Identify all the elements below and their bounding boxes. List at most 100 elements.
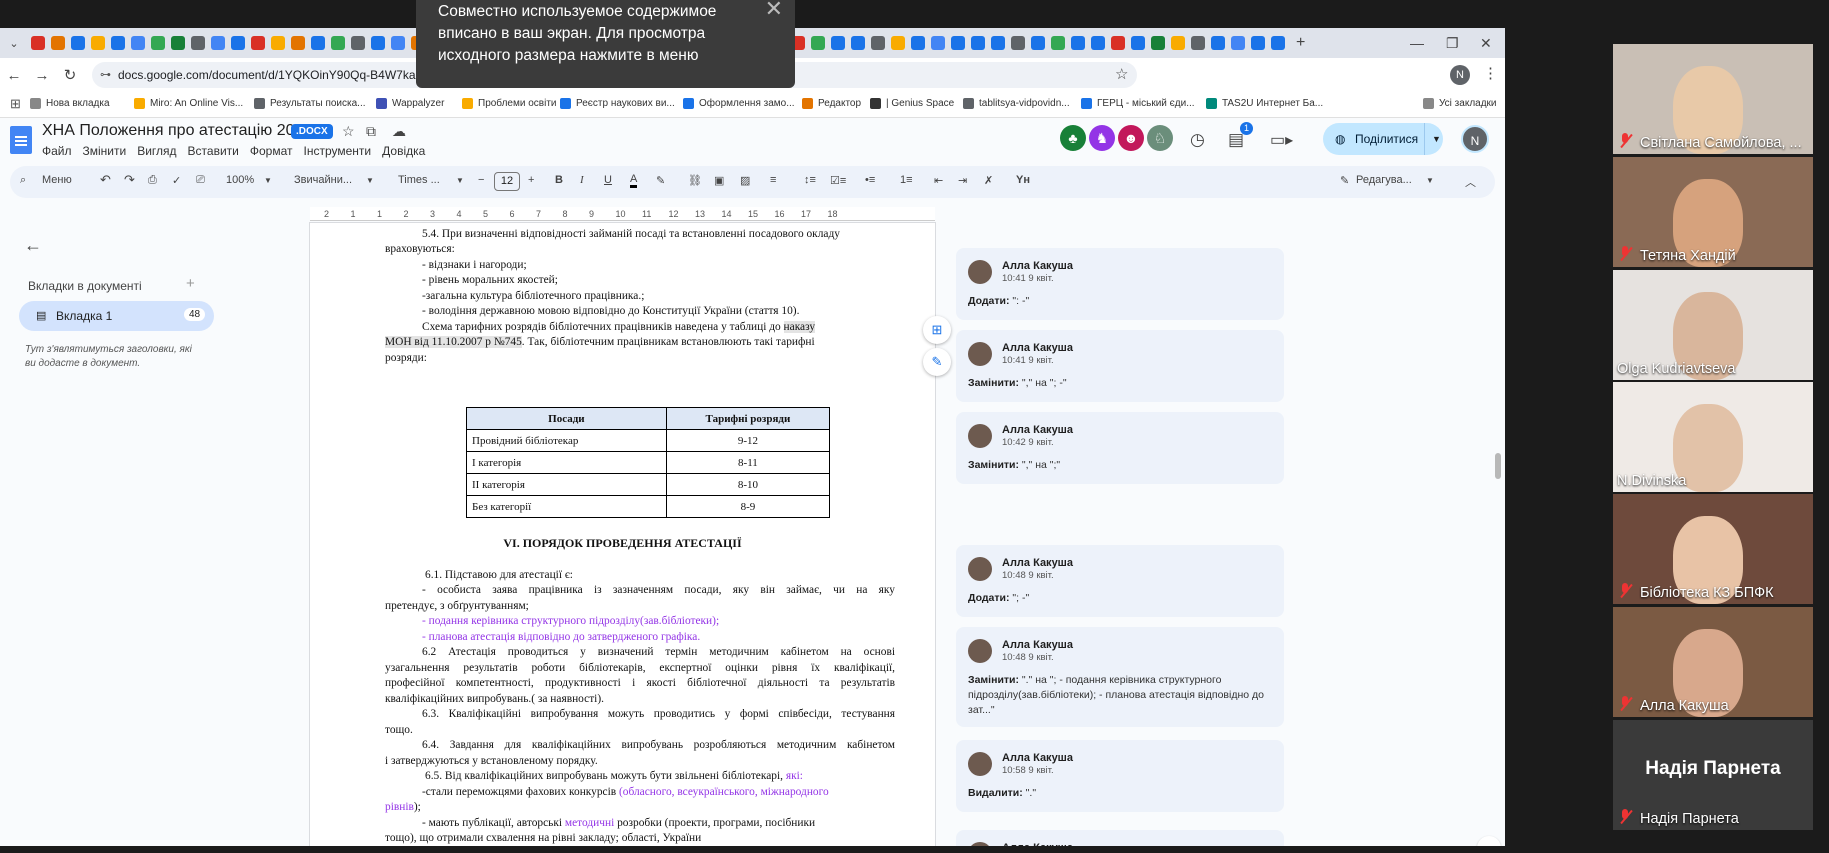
- browser-tab-icon[interactable]: [231, 36, 245, 50]
- move-folder-icon[interactable]: ⧉: [366, 123, 376, 140]
- star-icon[interactable]: ☆: [342, 123, 355, 140]
- tab-search-icon[interactable]: ⌄: [0, 37, 28, 50]
- browser-tab-icon[interactable]: [1211, 36, 1225, 50]
- menu-search-label[interactable]: Меню: [42, 174, 72, 186]
- google-docs-logo-icon[interactable]: [10, 126, 32, 154]
- apps-icon[interactable]: ⊞: [10, 96, 21, 112]
- participant-tile[interactable]: Надія Парнета Надія Парнета: [1613, 720, 1813, 830]
- browser-tab-icon[interactable]: [1031, 36, 1045, 50]
- close-window-button[interactable]: ✕: [1480, 35, 1492, 52]
- browser-tab-icon[interactable]: [891, 36, 905, 50]
- meet-icon[interactable]: ▭▸: [1270, 130, 1293, 150]
- profile-avatar[interactable]: N: [1450, 65, 1470, 85]
- collaborator-avatar[interactable]: ♣: [1060, 125, 1086, 151]
- browser-tab-icon[interactable]: [211, 36, 225, 50]
- collapse-toolbar-icon[interactable]: ︿: [1465, 174, 1476, 190]
- suggest-edit-icon[interactable]: ✎: [923, 348, 951, 376]
- menu-item[interactable]: Файл: [42, 144, 72, 158]
- browser-menu-icon[interactable]: ⋮: [1483, 64, 1498, 82]
- browser-tab-icon[interactable]: [971, 36, 985, 50]
- browser-tab-icon[interactable]: [131, 36, 145, 50]
- bookmark-item[interactable]: tablitsya-vidpovidn...: [963, 98, 1070, 109]
- browser-tab-icon[interactable]: [1271, 36, 1285, 50]
- search-menus-icon[interactable]: ⌕: [20, 174, 26, 187]
- line-spacing-icon[interactable]: ↕≡: [804, 174, 816, 186]
- close-icon[interactable]: ✕: [765, 0, 783, 20]
- link-icon[interactable]: ⛓: [688, 174, 702, 187]
- spellcheck-icon[interactable]: ✓: [172, 174, 181, 187]
- browser-tab-icon[interactable]: [1111, 36, 1125, 50]
- browser-tab-icon[interactable]: [811, 36, 825, 50]
- scrollbar-thumb[interactable]: [1495, 453, 1501, 479]
- comment-card[interactable]: Алла Какуша 10:41 9 квіт. Додати: ": -": [956, 248, 1284, 320]
- comment-card[interactable]: Алла Какуша: [956, 830, 1284, 846]
- browser-tab-icon[interactable]: [1091, 36, 1105, 50]
- participant-tile[interactable]: Бібліотека КЗ БПФК: [1613, 494, 1813, 604]
- collaborator-avatar[interactable]: ♞: [1089, 125, 1115, 151]
- print-icon[interactable]: ⎙: [148, 174, 157, 187]
- restore-button[interactable]: ❐: [1446, 35, 1459, 52]
- decrease-font-icon[interactable]: −: [478, 174, 484, 186]
- menu-item[interactable]: Довідка: [382, 144, 425, 158]
- document-page[interactable]: 5.4. При визначенні відповідності займан…: [310, 223, 935, 846]
- font-size-input[interactable]: 12: [494, 172, 520, 191]
- decrease-indent-icon[interactable]: ⇤: [934, 174, 943, 187]
- comment-card[interactable]: Алла Какуша 10:48 9 квіт. Замінити: "." на…: [956, 627, 1284, 727]
- new-tab-button[interactable]: +: [1296, 34, 1305, 52]
- clear-formatting-icon[interactable]: ✗: [984, 174, 993, 187]
- browser-tab-icon[interactable]: [71, 36, 85, 50]
- browser-tab-icon[interactable]: [1251, 36, 1265, 50]
- browser-tab-icon[interactable]: [1191, 36, 1205, 50]
- browser-tab-icon[interactable]: [31, 36, 45, 50]
- browser-tab-icon[interactable]: [151, 36, 165, 50]
- browser-tab-icon[interactable]: [371, 36, 385, 50]
- participant-tile[interactable]: Тетяна Хандій: [1613, 157, 1813, 267]
- menu-item[interactable]: Формат: [250, 144, 293, 158]
- add-comment-icon[interactable]: ▣: [714, 174, 724, 187]
- forward-icon[interactable]: →: [28, 67, 56, 84]
- browser-tab-icon[interactable]: [251, 36, 265, 50]
- minimize-button[interactable]: —: [1410, 35, 1424, 51]
- align-icon[interactable]: ≡: [770, 174, 776, 186]
- bold-icon[interactable]: B: [555, 174, 563, 186]
- increase-font-icon[interactable]: +: [528, 174, 534, 186]
- bookmark-item[interactable]: Усі закладки: [1423, 98, 1497, 109]
- browser-tab-icon[interactable]: [311, 36, 325, 50]
- text-color-icon[interactable]: A: [630, 174, 638, 188]
- browser-tab-icon[interactable]: [291, 36, 305, 50]
- browser-tab-icon[interactable]: [111, 36, 125, 50]
- browser-tab-icon[interactable]: [1231, 36, 1245, 50]
- browser-tab-icon[interactable]: [1171, 36, 1185, 50]
- paint-format-icon[interactable]: ⎚: [196, 174, 205, 187]
- increase-indent-icon[interactable]: ⇥: [958, 174, 967, 187]
- redo-icon[interactable]: ↷: [124, 172, 135, 188]
- bookmark-item[interactable]: | Genius Space: [870, 98, 954, 109]
- input-tools-icon[interactable]: Yн: [1016, 174, 1030, 186]
- editing-mode-select[interactable]: Редагува...: [1356, 174, 1412, 186]
- zoom-select[interactable]: 100%: [226, 174, 254, 186]
- back-icon[interactable]: ←: [0, 67, 28, 84]
- image-icon[interactable]: ▨: [740, 174, 750, 187]
- browser-tab-icon[interactable]: [91, 36, 105, 50]
- browser-tab-icon[interactable]: [1131, 36, 1145, 50]
- bookmark-item[interactable]: Результаты поиска...: [254, 98, 366, 109]
- participant-tile[interactable]: Olga Kudriavtseva: [1613, 270, 1813, 380]
- browser-tab-icon[interactable]: [351, 36, 365, 50]
- participant-tile[interactable]: N.Divinska: [1613, 382, 1813, 492]
- browser-tab-icon[interactable]: [1051, 36, 1065, 50]
- collaborator-avatar[interactable]: ♘: [1147, 125, 1173, 151]
- account-avatar[interactable]: N: [1461, 125, 1489, 153]
- browser-tab-icon[interactable]: [831, 36, 845, 50]
- reload-icon[interactable]: ↻: [56, 66, 84, 84]
- browser-tab-icon[interactable]: [171, 36, 185, 50]
- browser-tab-icon[interactable]: [51, 36, 65, 50]
- participant-tile[interactable]: Світлана Самойлова, ...: [1613, 44, 1813, 154]
- add-comment-icon[interactable]: ⊞: [923, 316, 951, 344]
- browser-tab-icon[interactable]: [1011, 36, 1025, 50]
- bookmark-item[interactable]: Нова вкладка: [30, 98, 110, 109]
- hide-comments-icon[interactable]: ‹: [1477, 836, 1501, 846]
- numbered-list-icon[interactable]: 1≡: [900, 174, 913, 186]
- bookmark-item[interactable]: ГЕРЦ - міський єди...: [1081, 98, 1195, 109]
- comment-card[interactable]: Алла Какуша 10:42 9 квіт. Замінити: "," на…: [956, 412, 1284, 484]
- menu-item[interactable]: Змінити: [83, 144, 127, 158]
